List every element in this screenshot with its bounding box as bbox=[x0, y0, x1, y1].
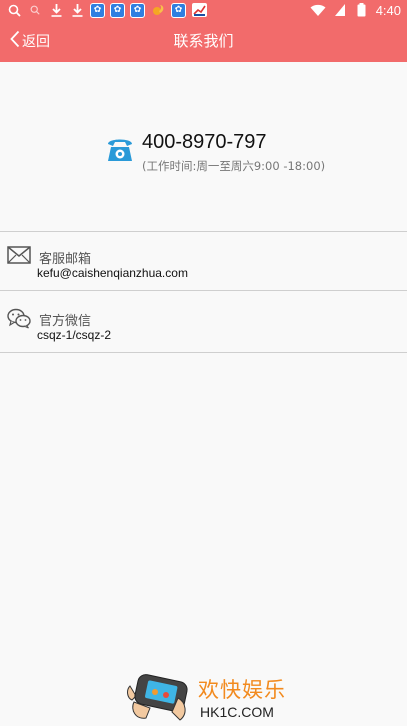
watermark-title: 欢快娱乐 bbox=[198, 678, 286, 702]
status-bar-system: 4:40 bbox=[310, 2, 401, 18]
work-hours: (工作时间:周一至周六9:00 -18:00) bbox=[142, 159, 326, 173]
status-time: 4:40 bbox=[375, 2, 401, 18]
chart-app-icon bbox=[191, 3, 207, 17]
wechat-row[interactable]: 官方微信 csqz-1/csqz-2 bbox=[0, 294, 407, 352]
email-label: 客服邮箱 bbox=[39, 252, 92, 267]
phone-number[interactable]: 400-8970-797 bbox=[142, 131, 267, 154]
wechat-label: 官方微信 bbox=[39, 314, 92, 329]
wifi-icon bbox=[310, 3, 326, 17]
divider bbox=[0, 290, 407, 291]
chevron-left-icon bbox=[10, 30, 20, 52]
wechat-icon bbox=[7, 308, 31, 329]
back-label: 返回 bbox=[22, 34, 50, 50]
telephone-icon bbox=[105, 135, 135, 163]
search-small-icon bbox=[27, 3, 43, 17]
baidu-app-icon: ✿ bbox=[171, 2, 186, 18]
battery-icon bbox=[354, 3, 370, 17]
watermark-site: HK1C.COM bbox=[200, 704, 274, 720]
squirrel-app-icon bbox=[150, 3, 166, 17]
download-icon bbox=[69, 3, 85, 17]
divider bbox=[0, 352, 407, 353]
download-icon bbox=[48, 3, 64, 17]
baidu-app-icon: ✿ bbox=[130, 2, 145, 18]
status-bar: ✿ ✿ ✿ ✿ 4:40 bbox=[0, 0, 407, 20]
status-bar-notifications: ✿ ✿ ✿ ✿ bbox=[6, 2, 207, 18]
baidu-app-icon: ✿ bbox=[90, 2, 105, 18]
search-icon bbox=[6, 3, 22, 17]
page-title: 联系我们 bbox=[173, 32, 234, 50]
watermark-logo: 欢快娱乐 HK1C.COM bbox=[124, 668, 294, 724]
navigation-bar: 返回 联系我们 bbox=[0, 20, 407, 62]
mail-icon bbox=[7, 246, 31, 266]
email-address[interactable]: kefu@caishenqianzhua.com bbox=[37, 266, 188, 280]
game-controller-hand-icon bbox=[124, 668, 194, 726]
email-row[interactable]: 客服邮箱 kefu@caishenqianzhua.com bbox=[0, 232, 407, 290]
wechat-id[interactable]: csqz-1/csqz-2 bbox=[37, 328, 111, 342]
baidu-app-icon: ✿ bbox=[110, 2, 125, 18]
back-button[interactable]: 返回 bbox=[10, 20, 50, 62]
signal-icon bbox=[332, 3, 348, 17]
